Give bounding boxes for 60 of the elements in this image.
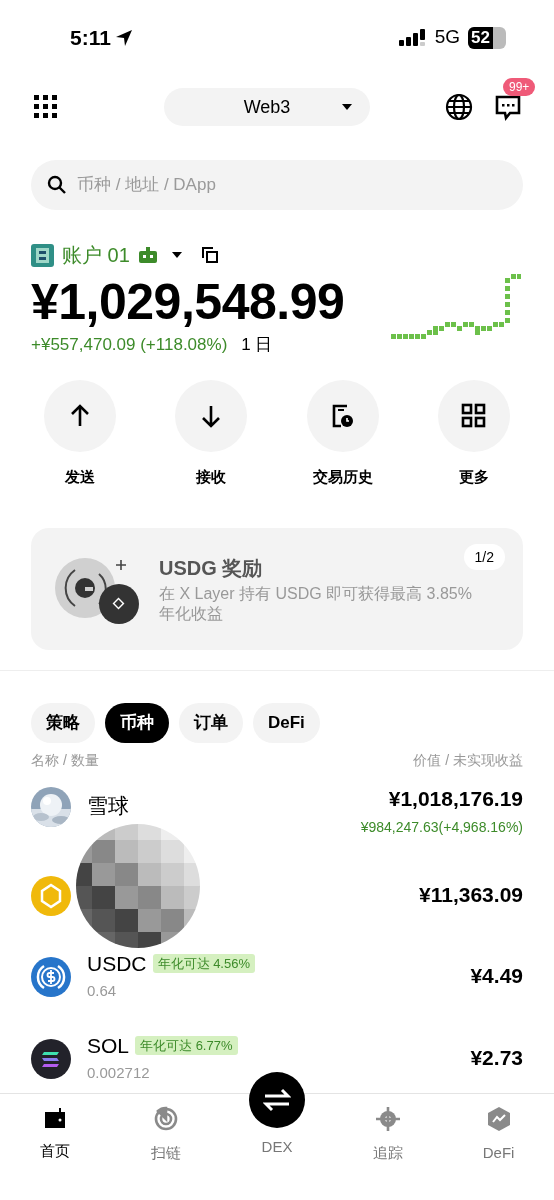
action-label: 更多 — [459, 466, 490, 487]
caret-icon — [342, 104, 352, 110]
nav-tab[interactable]: 首页 — [0, 1094, 111, 1200]
hexagon-icon — [486, 1106, 511, 1132]
nav-tab[interactable]: DeFi — [443, 1094, 554, 1200]
coin-icon — [31, 876, 71, 916]
page-indicator: 1/2 — [463, 544, 505, 570]
asset-quantity: 0.64 — [87, 980, 118, 1001]
column-header: 价值 / 未实现收益 — [413, 751, 523, 770]
swap-button[interactable] — [249, 1072, 305, 1128]
asset-value: ¥11,363.09 — [419, 882, 523, 908]
caret-icon[interactable] — [171, 252, 182, 258]
asset-value: ¥4.49 — [470, 963, 523, 989]
asset-pnl: ¥984,247.63(+4,968.16%) — [360, 818, 523, 837]
asset-name: 雪球 — [87, 793, 129, 819]
action-label: 发送 — [64, 466, 95, 487]
action-label: 交易历史 — [312, 466, 373, 487]
period-selector[interactable]: 1 日 — [241, 332, 273, 358]
wallet-icon — [43, 1106, 68, 1130]
account-name[interactable]: 账户 01 — [62, 240, 130, 270]
signal-icon — [398, 27, 427, 48]
network-selector[interactable]: Web3 — [164, 88, 370, 126]
globe-icon[interactable] — [445, 93, 473, 121]
copy-icon[interactable] — [201, 247, 218, 263]
swap-icon — [263, 1088, 291, 1112]
filter-tab[interactable]: 订单 — [179, 703, 243, 743]
crosshair-icon — [374, 1106, 401, 1132]
radar-icon — [153, 1106, 180, 1132]
dollar-coin-icon — [31, 957, 71, 997]
asset-name: SOL — [87, 1032, 130, 1059]
promo-card[interactable]: USDG 奖励 在 X Layer 持有 USDG 即可获得最高 3.85% 年化收益 1/2 — [31, 528, 523, 650]
asset-value: ¥1,018,176.19 — [388, 786, 523, 812]
filter-tab[interactable]: 币种 — [105, 703, 169, 743]
nav-tab[interactable]: 扫链 — [110, 1094, 222, 1200]
menu-icon[interactable] — [33, 94, 59, 120]
robot-icon — [137, 247, 158, 263]
yield-tag: 年化可达 4.56% — [152, 954, 255, 974]
promo-text: 在 X Layer 持有 USDG 即可获得最高 3.85% 年化收益 — [159, 583, 473, 624]
nav-tab[interactable]: DEX — [261, 1136, 293, 1159]
search-icon — [47, 175, 67, 195]
location-icon — [114, 28, 133, 47]
filter-tab[interactable]: 策略 — [31, 703, 95, 743]
notification-badge: 99+ — [503, 78, 536, 96]
balance-change: +¥557,470.09 (+118.08%) — [31, 334, 228, 356]
network-label: 5G — [434, 25, 460, 50]
asset-quantity: 0.002712 — [87, 1062, 151, 1083]
yield-tag: 年化可达 6.77% — [135, 1036, 238, 1056]
filter-tab[interactable]: DeFi — [253, 703, 320, 743]
battery-indicator: 52 — [468, 26, 506, 49]
nav-tab[interactable]: 追踪 — [332, 1094, 444, 1200]
search-field[interactable]: 币种 / 地址 / DApp — [31, 160, 523, 210]
asset-name: USDC — [87, 950, 147, 977]
asset-value: ¥2.73 — [470, 1045, 523, 1071]
column-header: 名称 / 数量 — [31, 751, 99, 770]
stripes-coin-icon — [31, 1039, 71, 1079]
message-icon[interactable] — [495, 93, 521, 121]
action-label: 接收 — [196, 466, 227, 487]
status-time: 5:11 — [70, 24, 111, 51]
total-balance: ¥1,029,548.99 — [31, 274, 345, 330]
avatar-icon — [31, 243, 54, 267]
